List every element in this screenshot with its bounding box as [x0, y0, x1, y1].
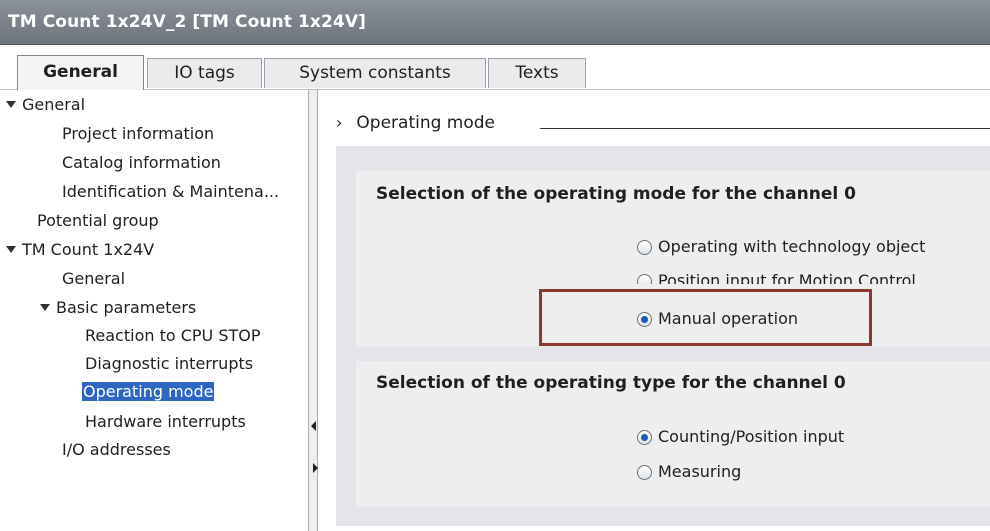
section-header[interactable]: › Operating mode [336, 113, 495, 133]
window-titlebar: TM Count 1x24V_2 [TM Count 1x24V] [0, 0, 990, 45]
tree-item-hardware-interrupts[interactable]: Hardware interrupts [85, 412, 246, 431]
radio-counting-position-input[interactable]: Counting/Position input [637, 427, 844, 446]
window-title: TM Count 1x24V_2 [TM Count 1x24V] [8, 12, 366, 32]
tree-item-basic-parameters[interactable]: Basic parameters [40, 298, 196, 317]
operating-mode-group-title: Selection of the operating mode for the … [376, 184, 856, 204]
radio-measuring[interactable]: Measuring [637, 462, 741, 481]
tree-item-tm-general[interactable]: General [62, 269, 125, 288]
expand-triangle-icon[interactable] [6, 101, 16, 108]
tree-item-io-addresses[interactable]: I/O addresses [62, 440, 171, 459]
radio-operating-with-technology-object[interactable]: Operating with technology object [637, 237, 925, 256]
operating-type-group-title: Selection of the operating type for the … [376, 373, 846, 393]
highlight-frame [539, 289, 872, 346]
tree-item-diagnostic-interrupts[interactable]: Diagnostic interrupts [85, 354, 253, 373]
tab-general[interactable]: General [17, 55, 144, 90]
tree-item-tm-count[interactable]: TM Count 1x24V [6, 240, 154, 259]
tree-item-operating-mode[interactable]: Operating mode [82, 382, 215, 401]
radio-button[interactable] [637, 274, 652, 284]
chevron-right-icon[interactable]: › [336, 113, 342, 132]
radio-button-selected[interactable] [637, 430, 652, 445]
tree-item-identification-maintenance[interactable]: Identification & Maintena... [62, 182, 279, 201]
collapse-left-arrow-icon[interactable] [311, 421, 316, 431]
section-title: Operating mode [356, 113, 496, 133]
tree-item-general[interactable]: General [6, 95, 85, 114]
radio-button[interactable] [637, 465, 652, 480]
tree-item-catalog-information[interactable]: Catalog information [62, 153, 221, 172]
radio-position-input-motion-control[interactable]: Position input for Motion Control [637, 271, 916, 284]
tab-system-constants[interactable]: System constants [264, 58, 486, 88]
section-divider [540, 128, 990, 129]
tree-item-reaction-cpu-stop[interactable]: Reaction to CPU STOP [85, 326, 261, 345]
tree-item-potential-group[interactable]: Potential group [37, 211, 159, 230]
tree-item-project-information[interactable]: Project information [62, 124, 214, 143]
expand-triangle-icon[interactable] [6, 246, 16, 253]
expand-triangle-icon[interactable] [40, 304, 50, 311]
tab-io-tags[interactable]: IO tags [147, 58, 262, 88]
tab-texts[interactable]: Texts [488, 58, 586, 88]
radio-button[interactable] [637, 240, 652, 255]
